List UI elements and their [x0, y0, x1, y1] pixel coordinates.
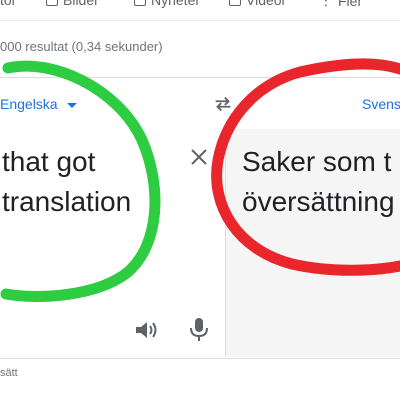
- close-icon[interactable]: [187, 145, 211, 169]
- feedback-link[interactable]: sätt: [0, 367, 18, 379]
- tab-label: Videor: [246, 0, 287, 8]
- swap-languages-icon[interactable]: [212, 93, 234, 115]
- speaker-icon[interactable]: [134, 318, 160, 342]
- source-text[interactable]: that got translation: [2, 142, 131, 222]
- tab-label: Bilder: [63, 0, 99, 8]
- tab-label: Nyheter: [151, 0, 201, 8]
- search-tabs: tor Bilder Nyheter Videor ⋮ Fler: [0, 0, 400, 10]
- tab-more[interactable]: ⋮ Fler: [319, 0, 362, 9]
- tab-images[interactable]: Bilder: [46, 0, 99, 8]
- tabs-divider: [0, 20, 400, 21]
- source-language-label: Engelska: [0, 96, 58, 112]
- tab-videos[interactable]: Videor: [229, 0, 286, 8]
- video-icon: [229, 0, 241, 6]
- tab-label: Fler: [338, 0, 363, 9]
- tab-label: tor: [0, 0, 17, 8]
- translated-text: Saker som t översättning: [242, 146, 395, 217]
- source-language-selector[interactable]: Engelska: [0, 96, 77, 112]
- tab-news[interactable]: Nyheter: [134, 0, 200, 8]
- target-language-label: Svens: [362, 96, 400, 112]
- more-icon: ⋮: [319, 0, 333, 8]
- result-stats: 000 resultat (0,34 sekunder): [0, 39, 163, 54]
- target-language-selector[interactable]: Svens: [362, 96, 400, 112]
- news-icon: [134, 0, 146, 6]
- image-icon: [46, 0, 58, 6]
- microphone-icon[interactable]: [188, 316, 210, 342]
- chevron-down-icon: [66, 102, 77, 108]
- tab-all[interactable]: tor: [0, 0, 16, 8]
